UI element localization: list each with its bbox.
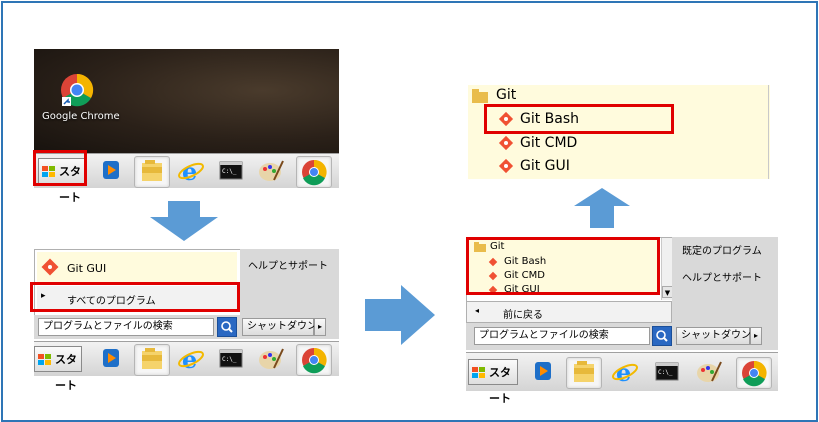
media-player-icon[interactable] xyxy=(94,156,128,186)
shutdown-button-2[interactable]: シャットダウン xyxy=(676,327,751,345)
file-explorer-icon[interactable] xyxy=(134,344,170,376)
start-button-3[interactable]: スタート xyxy=(468,359,518,405)
start-menu-right-pane: ヘルプとサポート xyxy=(240,249,339,315)
chrome-taskbar-icon[interactable] xyxy=(736,357,772,389)
zoom-divider xyxy=(768,85,769,179)
pinned-item-git-gui[interactable]: Git GUI xyxy=(37,252,237,282)
help-support-link[interactable]: ヘルプとサポート xyxy=(248,257,328,272)
svg-text:e: e xyxy=(182,157,197,186)
svg-text:C:\_: C:\_ xyxy=(222,168,237,175)
start-button-2[interactable]: スタート xyxy=(34,346,82,392)
shutdown-options-icon[interactable]: ▸ xyxy=(750,327,762,345)
command-prompt-icon[interactable]: C:\_ xyxy=(650,357,684,387)
arrow-down-icon xyxy=(150,201,218,241)
git-folder-highlight xyxy=(466,237,660,295)
file-explorer-icon[interactable] xyxy=(566,357,602,389)
git-icon xyxy=(41,258,59,276)
paint-icon[interactable] xyxy=(254,344,288,374)
taskbar-2: スタート e C:\_ xyxy=(34,341,339,392)
search-icon[interactable] xyxy=(217,317,237,337)
paint-icon[interactable] xyxy=(254,156,288,186)
arrow-right-icon xyxy=(365,285,435,345)
taskbar-3: スタート e C:\_ xyxy=(466,352,778,405)
chrome-desktop-icon[interactable] xyxy=(60,73,94,107)
search-input[interactable]: プログラムとファイルの検索 xyxy=(38,318,214,336)
back-item[interactable]: ◂ 前に戻る xyxy=(466,301,672,323)
default-programs-link[interactable]: 既定のプログラム xyxy=(682,242,762,257)
git-gui-icon xyxy=(498,158,514,174)
shutdown-options-icon[interactable]: ▸ xyxy=(314,318,326,336)
search-icon[interactable] xyxy=(652,326,672,346)
chrome-desktop-label: Google Chrome xyxy=(42,111,120,122)
file-explorer-icon[interactable] xyxy=(134,156,170,188)
folder-icon xyxy=(472,89,488,103)
svg-text:e: e xyxy=(616,358,631,387)
svg-text:C:\_: C:\_ xyxy=(222,356,237,363)
chrome-taskbar-icon[interactable] xyxy=(296,156,332,188)
zoom-folder-git[interactable]: Git xyxy=(496,87,516,103)
windows-flag-icon xyxy=(38,354,51,365)
svg-text:C:\_: C:\_ xyxy=(658,369,673,376)
start-menu-right-pane-2: 既定のプログラム ヘルプとサポート xyxy=(672,237,778,323)
media-player-icon[interactable] xyxy=(526,357,560,387)
command-prompt-icon[interactable]: C:\_ xyxy=(214,156,248,186)
arrow-up-icon xyxy=(574,188,630,228)
command-prompt-icon[interactable]: C:\_ xyxy=(214,344,248,374)
help-support-link-2[interactable]: ヘルプとサポート xyxy=(682,269,762,284)
search-input-2[interactable]: プログラムとファイルの検索 xyxy=(474,327,650,345)
search-row-2: プログラムとファイルの検索 シャットダウン ▸ xyxy=(466,323,778,350)
windows-flag-icon xyxy=(472,367,485,378)
svg-text:e: e xyxy=(182,345,197,374)
chrome-taskbar-icon[interactable] xyxy=(296,344,332,376)
paint-icon[interactable] xyxy=(692,357,726,387)
internet-explorer-icon[interactable]: e xyxy=(608,357,642,387)
internet-explorer-icon[interactable]: e xyxy=(174,344,208,374)
zoom-item-git-cmd[interactable]: Git CMD xyxy=(520,135,577,151)
start-highlight xyxy=(33,150,87,186)
desktop-area: Google Chrome xyxy=(34,49,339,153)
media-player-icon[interactable] xyxy=(94,344,128,374)
zoom-item-git-gui[interactable]: Git GUI xyxy=(520,158,570,174)
git-cmd-icon xyxy=(498,135,514,151)
internet-explorer-icon[interactable]: e xyxy=(174,156,208,186)
git-bash-highlight xyxy=(484,104,674,134)
back-arrow-icon: ◂ xyxy=(475,306,480,315)
all-programs-highlight xyxy=(30,282,240,312)
search-row-1: プログラムとファイルの検索 シャットダウン ▸ xyxy=(34,315,339,339)
shutdown-button[interactable]: シャットダウン xyxy=(242,318,317,336)
